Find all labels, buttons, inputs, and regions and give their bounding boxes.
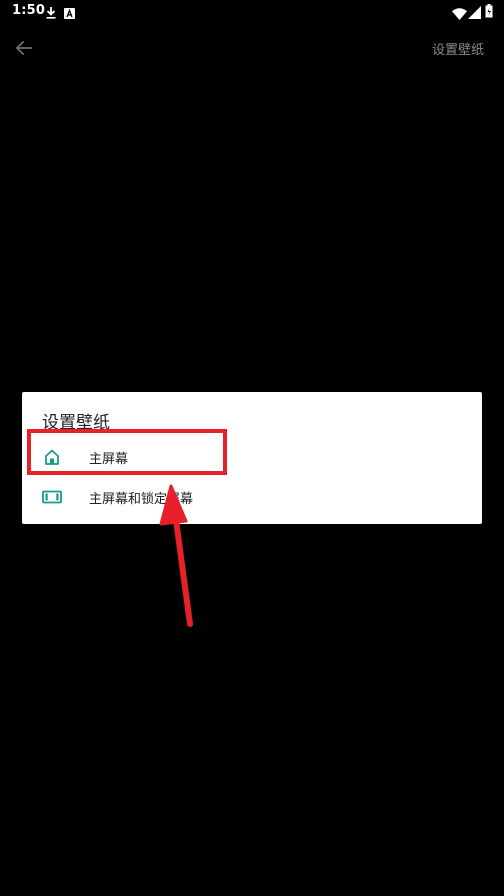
back-button[interactable] (12, 36, 36, 60)
set-wallpaper-button[interactable]: 设置壁纸 (432, 39, 484, 58)
option-label: 主屏幕和锁定屏幕 (89, 492, 194, 507)
arrow-left-icon (15, 40, 32, 56)
status-time: 1:50 (12, 3, 46, 18)
option-home-and-lock-screen[interactable]: 主屏幕和锁定屏幕 (22, 478, 482, 516)
download-icon (45, 4, 57, 23)
a-badge-icon (64, 4, 75, 23)
app-bar: 设置壁纸 (0, 28, 504, 68)
screen: 1:50 设置壁纸 设置壁纸 主屏幕 主屏幕和锁定屏幕 (0, 0, 504, 896)
battery-icon (485, 3, 493, 22)
home-icon (42, 448, 62, 466)
set-wallpaper-dialog: 设置壁纸 主屏幕 主屏幕和锁定屏幕 (22, 392, 482, 524)
dialog-title: 设置壁纸 (42, 413, 110, 433)
status-bar: 1:50 (0, 0, 504, 22)
option-home-screen[interactable]: 主屏幕 (22, 438, 482, 476)
signal-icon (468, 4, 481, 23)
screen-icon (42, 488, 62, 506)
option-label: 主屏幕 (89, 452, 129, 467)
wifi-icon (452, 5, 467, 24)
